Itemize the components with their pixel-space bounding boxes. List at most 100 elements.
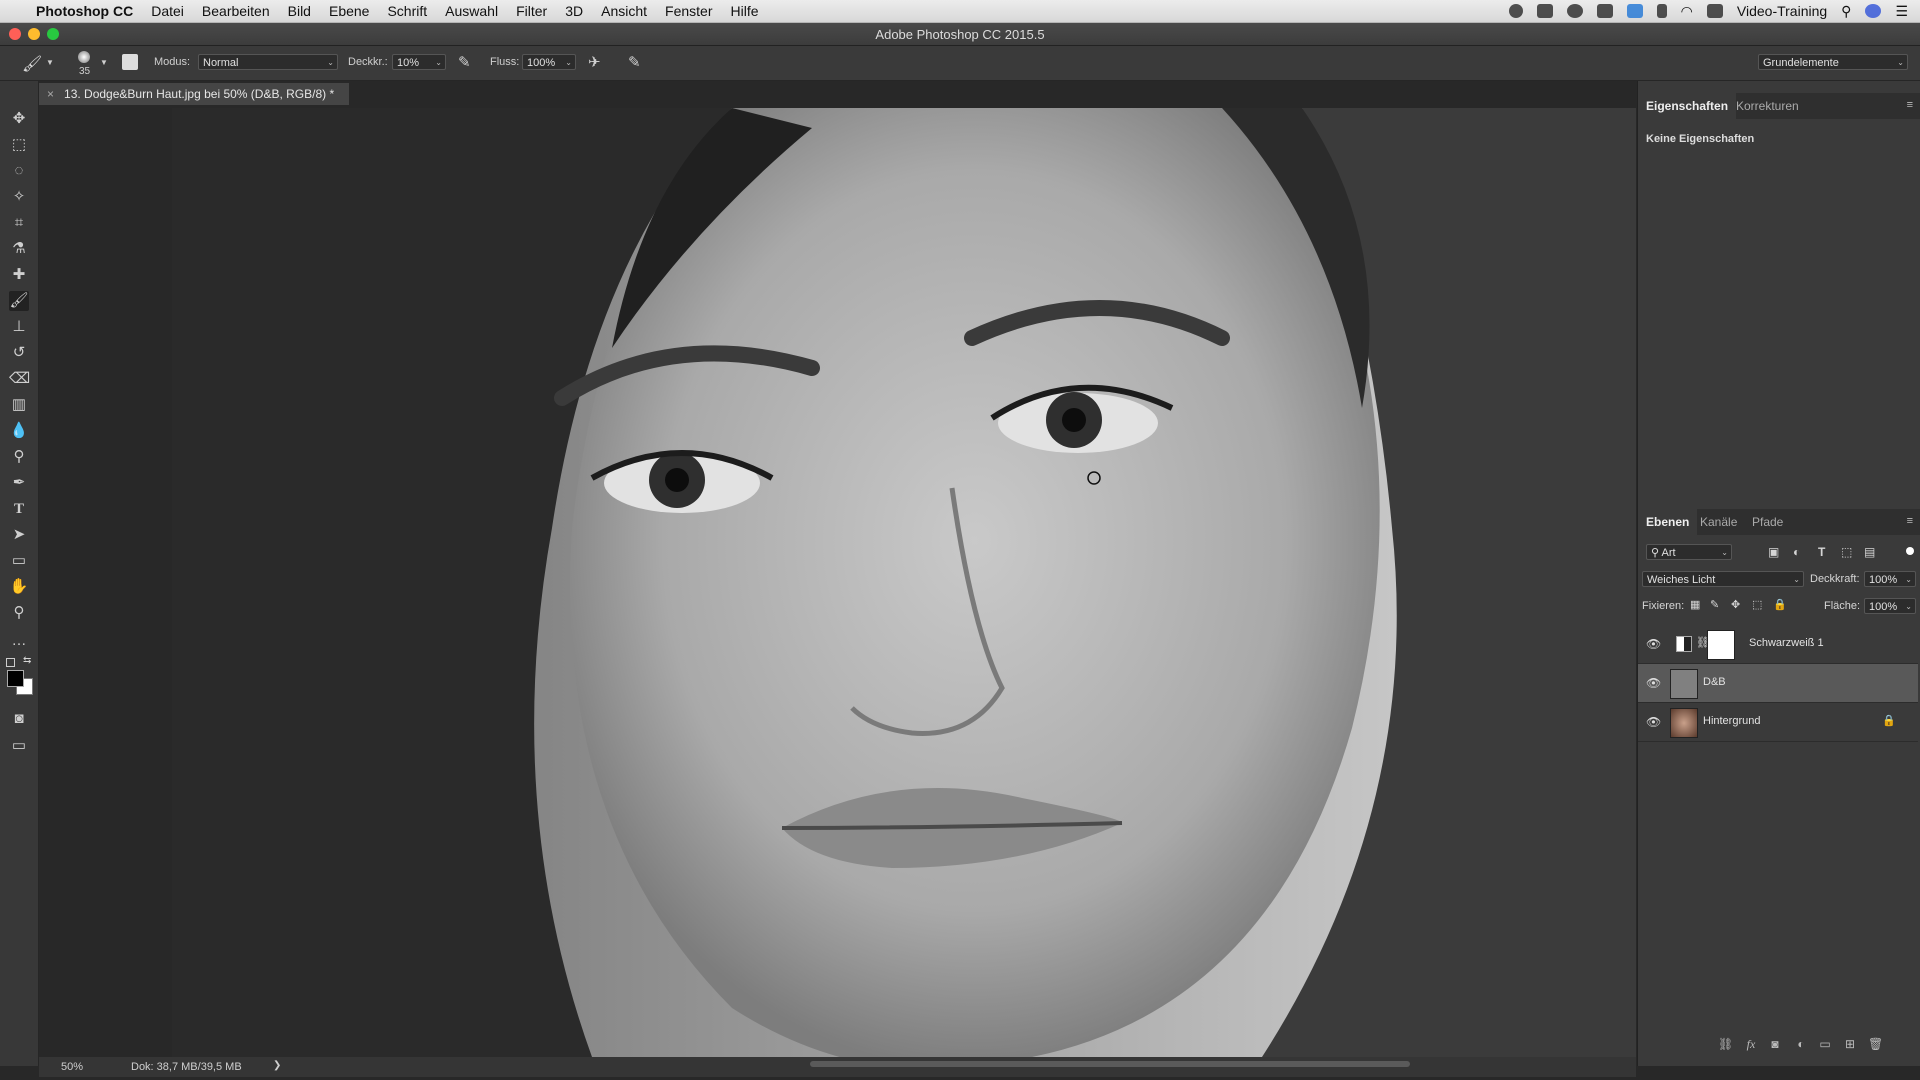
tab-kanaele[interactable]: Kanäle (1692, 509, 1745, 535)
menu-filter[interactable]: Filter (507, 3, 556, 19)
pressure-opacity-icon[interactable]: ✎ (458, 53, 471, 71)
menu-datei[interactable]: Datei (142, 3, 193, 19)
opacity-field[interactable]: 10% ⌄ (392, 54, 446, 70)
user-name[interactable]: Video-Training (1737, 3, 1827, 19)
flow-field[interactable]: 100% ⌄ (522, 54, 576, 70)
new-layer-icon[interactable]: ⊞ (1843, 1037, 1857, 1051)
foreground-color-swatch[interactable] (7, 670, 24, 687)
document-tab[interactable]: × 13. Dodge&Burn Haut.jpg bei 50% (D&B, R… (39, 83, 349, 105)
adjustment-layer-icon[interactable]: ◐ (1794, 1037, 1808, 1051)
workspace-select[interactable]: Grundelemente ⌄ (1758, 54, 1908, 70)
record-icon[interactable] (1508, 4, 1523, 18)
filter-type-layers-icon[interactable]: T (1818, 545, 1825, 559)
menu-auswahl[interactable]: Auswahl (436, 3, 507, 19)
creative-cloud-icon[interactable] (1566, 4, 1583, 18)
image-canvas[interactable] (172, 108, 1636, 1057)
layer-opacity-field[interactable]: 100% ⌄ (1864, 571, 1916, 587)
delete-layer-icon[interactable]: 🗑 (1868, 1037, 1883, 1051)
mode-select[interactable]: Normal ⌄ (198, 54, 338, 70)
eyedropper-tool-icon[interactable]: ⚗ (9, 239, 29, 259)
history-brush-tool-icon[interactable]: ↺ (9, 343, 29, 363)
lock-transparency-icon[interactable]: ▦ (1690, 598, 1700, 611)
quick-mask-icon[interactable]: ◙ (9, 709, 29, 729)
spotlight-search-icon[interactable]: ⚲ (1841, 3, 1851, 20)
status-menu-arrow-icon[interactable]: ❯ (273, 1060, 281, 1071)
lock-image-icon[interactable]: ✎ (1710, 598, 1719, 611)
layer-row[interactable]: 👁 Hintergrund 🔒 (1638, 703, 1918, 742)
zoom-level[interactable]: 50% (61, 1061, 83, 1073)
menu-bearbeiten[interactable]: Bearbeiten (193, 3, 279, 19)
gradient-tool-icon[interactable]: ▥ (9, 395, 29, 415)
brush-preview[interactable] (78, 51, 90, 63)
display-icon[interactable] (1596, 4, 1613, 18)
zoom-tool-icon[interactable]: ⚲ (9, 603, 29, 623)
close-document-icon[interactable]: × (39, 87, 64, 101)
clone-stamp-tool-icon[interactable]: ⊥ (9, 317, 29, 337)
menu-3d[interactable]: 3D (556, 3, 592, 19)
menu-ebene[interactable]: Ebene (320, 3, 378, 19)
filter-pixel-layers-icon[interactable]: ▣ (1768, 545, 1779, 559)
tab-pfade[interactable]: Pfade (1744, 509, 1791, 535)
link-layers-icon[interactable]: ⛓ (1718, 1037, 1733, 1051)
blend-mode-select[interactable]: Weiches Licht ⌄ (1642, 571, 1804, 587)
default-colors-icon[interactable] (6, 658, 15, 667)
layer-row[interactable]: 👁 D&B (1638, 664, 1918, 703)
panel-menu-icon[interactable]: ≡ (1907, 515, 1913, 527)
airplay-icon[interactable] (1706, 4, 1723, 18)
menu-schrift[interactable]: Schrift (378, 3, 436, 19)
lock-position-icon[interactable]: ✥ (1731, 598, 1740, 611)
brush-panel-toggle-icon[interactable] (122, 54, 138, 70)
filter-smart-objects-icon[interactable]: ▤ (1864, 545, 1875, 559)
chevron-down-icon[interactable]: ▼ (100, 58, 108, 67)
quick-selection-tool-icon[interactable]: ✧ (9, 187, 29, 207)
menu-fenster[interactable]: Fenster (656, 3, 721, 19)
menu-app-name[interactable]: Photoshop CC (27, 3, 142, 19)
layer-filter-select[interactable]: ⚲ Art ⌄ (1646, 544, 1732, 560)
lasso-tool-icon[interactable]: ◌ (9, 161, 29, 181)
panel-menu-icon[interactable]: ≡ (1907, 99, 1913, 111)
eye-icon[interactable]: 👁 (1646, 637, 1661, 651)
new-group-icon[interactable]: ▭ (1818, 1037, 1832, 1051)
skype-icon[interactable] (1626, 4, 1643, 18)
dropbox-icon[interactable] (1536, 4, 1553, 18)
eye-icon[interactable]: 👁 (1646, 676, 1661, 690)
pressure-size-icon[interactable]: ✎ (628, 53, 641, 71)
more-tools-icon[interactable]: … (9, 631, 29, 651)
wifi-icon[interactable]: ◠ (1681, 3, 1693, 20)
menu-hilfe[interactable]: Hilfe (722, 3, 768, 19)
type-tool-icon[interactable]: T (9, 499, 29, 519)
bluetooth-icon[interactable] (1656, 4, 1667, 18)
move-tool-icon[interactable]: ✥ (9, 109, 29, 129)
filter-adjustment-layers-icon[interactable]: ◐ (1793, 545, 1800, 559)
healing-brush-tool-icon[interactable]: ✚ (9, 265, 29, 285)
fill-field[interactable]: 100% ⌄ (1864, 598, 1916, 614)
layer-style-fx-icon[interactable]: fx (1744, 1037, 1758, 1051)
layer-mask-thumbnail[interactable] (1707, 630, 1735, 660)
path-selection-tool-icon[interactable]: ➤ (9, 525, 29, 545)
swap-colors-icon[interactable]: ⇆ (23, 655, 31, 666)
pen-tool-icon[interactable]: ✒ (9, 473, 29, 493)
add-mask-icon[interactable]: ◙ (1768, 1037, 1782, 1051)
airbrush-icon[interactable]: ✈ (588, 53, 601, 71)
eye-icon[interactable]: 👁 (1646, 715, 1661, 729)
blur-tool-icon[interactable]: 💧 (9, 421, 29, 441)
tab-ebenen[interactable]: Ebenen (1638, 509, 1698, 535)
notification-center-icon[interactable]: ☰ (1895, 3, 1908, 20)
rectangle-tool-icon[interactable]: ▭ (9, 551, 29, 571)
tab-eigenschaften[interactable]: Eigenschaften (1638, 93, 1737, 119)
siri-icon[interactable] (1865, 4, 1882, 18)
filter-shape-layers-icon[interactable]: ⬚ (1841, 545, 1852, 559)
dodge-tool-icon[interactable]: ⚲ (9, 447, 29, 467)
marquee-tool-icon[interactable]: ⬚ (9, 135, 29, 155)
crop-tool-icon[interactable]: ⌗ (9, 213, 29, 233)
lock-all-icon[interactable]: 🔒 (1773, 598, 1787, 611)
filter-toggle[interactable] (1906, 547, 1914, 555)
layer-row[interactable]: 👁 ⛓ Schwarzweiß 1 (1638, 625, 1918, 664)
hand-tool-icon[interactable]: ✋ (9, 577, 29, 597)
eraser-tool-icon[interactable]: ⌫ (9, 369, 30, 389)
tab-korrekturen[interactable]: Korrekturen (1728, 93, 1807, 119)
brush-tool-preset-icon[interactable]: 🖌 (22, 54, 42, 74)
screen-mode-icon[interactable]: ▭ (9, 736, 29, 756)
menu-bild[interactable]: Bild (279, 3, 320, 19)
lock-artboard-icon[interactable]: ⬚ (1752, 598, 1762, 611)
